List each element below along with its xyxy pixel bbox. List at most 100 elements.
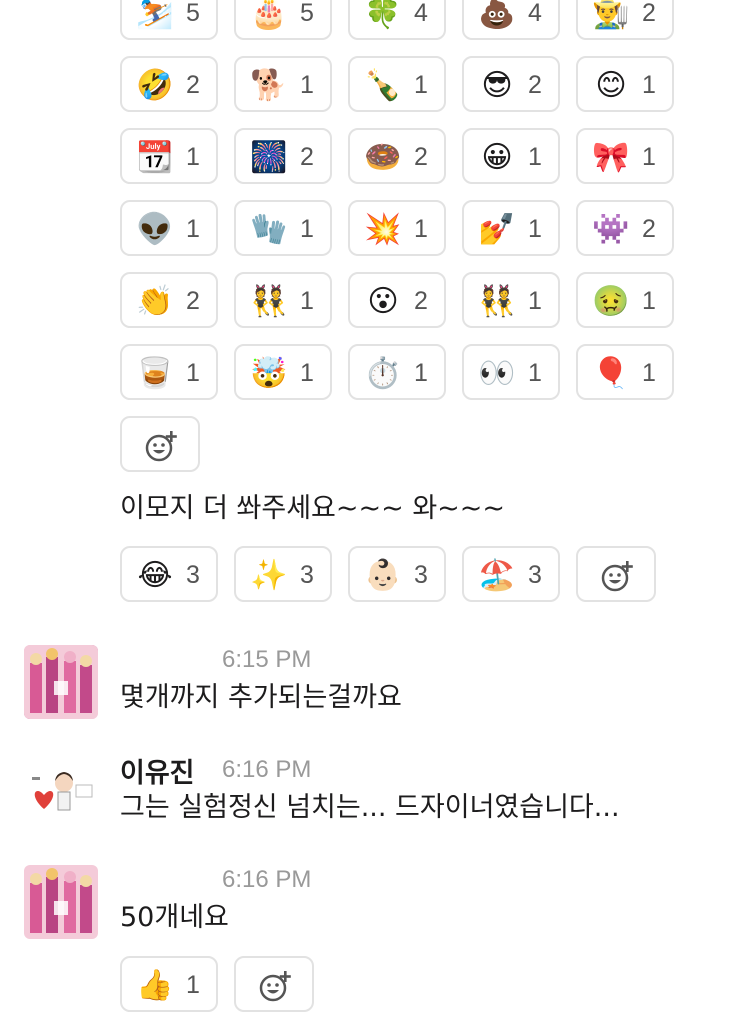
- nail-polish-icon: 💅: [478, 212, 516, 247]
- reaction-pill[interactable]: 👶🏻 3: [348, 546, 446, 602]
- beach-icon: 🏖️: [478, 558, 516, 593]
- reaction-pill[interactable]: 🧤 1: [234, 200, 332, 256]
- author-name[interactable]: 이유진: [120, 751, 195, 790]
- reaction-count: 5: [186, 0, 200, 27]
- reaction-count: 1: [186, 143, 200, 171]
- tumbler-glass-icon: 🥃: [136, 356, 174, 391]
- reaction-count: 4: [414, 0, 428, 27]
- reaction-pill[interactable]: 💩 4: [462, 0, 560, 40]
- blush-icon: 😊: [595, 68, 627, 103]
- reaction-pill[interactable]: 👽 1: [120, 200, 218, 256]
- reaction-pill[interactable]: 🤯 1: [234, 344, 332, 400]
- reaction-pill[interactable]: 😂 3: [120, 546, 218, 602]
- reaction-pill[interactable]: 🎈 1: [576, 344, 674, 400]
- collision-icon: 💥: [364, 212, 402, 247]
- reaction-count: 1: [642, 71, 656, 99]
- reaction-count: 1: [300, 287, 314, 315]
- rofl-icon: 🤣: [136, 68, 174, 103]
- message-text: 몇개까지 추가되는걸까요: [120, 682, 402, 713]
- reaction-count: 1: [642, 143, 656, 171]
- reaction-count: 5: [300, 0, 314, 27]
- poop-icon: 💩: [478, 0, 516, 31]
- reaction-pill[interactable]: 🎀 1: [576, 128, 674, 184]
- fireworks-icon: 🎆: [250, 140, 288, 175]
- reaction-pill[interactable]: 👍 1: [120, 956, 218, 1012]
- reaction-count: 1: [300, 71, 314, 99]
- add-reaction-button[interactable]: [120, 416, 200, 472]
- reaction-count: 2: [414, 143, 428, 171]
- reaction-count: 2: [186, 71, 200, 99]
- message-text: 그는 실험정신 넘치는... 드자이너였습니다...: [120, 792, 620, 823]
- reaction-pill[interactable]: ✨ 3: [234, 546, 332, 602]
- reaction-pill[interactable]: ⏱️ 1: [348, 344, 446, 400]
- reaction-count: 2: [642, 215, 656, 243]
- reaction-pill[interactable]: 😀 1: [462, 128, 560, 184]
- dancers-icon: 👯: [250, 284, 288, 319]
- add-reaction-icon: [145, 431, 177, 462]
- open-mouth-icon: 😮: [367, 284, 399, 319]
- reaction-count: 2: [528, 71, 542, 99]
- reaction-pill[interactable]: 😎 2: [462, 56, 560, 112]
- cake-icon: 🎂: [250, 0, 288, 31]
- reaction-count: 1: [186, 971, 200, 999]
- reaction-pill[interactable]: 👨‍🌾 2: [576, 0, 674, 40]
- ribbon-icon: 🎀: [592, 140, 630, 175]
- reaction-count: 1: [186, 215, 200, 243]
- reaction-count: 1: [528, 215, 542, 243]
- reaction-pill[interactable]: 💥 1: [348, 200, 446, 256]
- reaction-pill[interactable]: 🎆 2: [234, 128, 332, 184]
- eyes-icon: 👀: [478, 356, 516, 391]
- reaction-pill[interactable]: 🥃 1: [120, 344, 218, 400]
- avatar[interactable]: [24, 645, 98, 719]
- reaction-pill[interactable]: 🐕 1: [234, 56, 332, 112]
- champagne-icon: 🍾: [364, 68, 402, 103]
- reaction-pill[interactable]: 🏖️ 3: [462, 546, 560, 602]
- avatar[interactable]: [24, 865, 98, 939]
- timestamp[interactable]: 6:16 PM: [222, 866, 311, 894]
- reaction-pill[interactable]: 👏 2: [120, 272, 218, 328]
- reaction-count: 3: [528, 561, 542, 589]
- joy-icon: 😂: [137, 558, 173, 593]
- reaction-count: 2: [414, 287, 428, 315]
- reaction-pill[interactable]: 😊 1: [576, 56, 674, 112]
- reaction-count: 4: [528, 0, 542, 27]
- avatar[interactable]: [24, 755, 98, 829]
- reaction-pill[interactable]: 👀 1: [462, 344, 560, 400]
- calendar-icon: 📆: [136, 140, 174, 175]
- reaction-pill[interactable]: 👾 2: [576, 200, 674, 256]
- reaction-count: 2: [300, 143, 314, 171]
- reaction-count: 2: [642, 0, 656, 27]
- four-leaf-clover-icon: 🍀: [364, 0, 402, 31]
- reaction-pill[interactable]: 📆 1: [120, 128, 218, 184]
- doge-icon: 🐕: [250, 68, 288, 103]
- message-text: 50개네요: [120, 902, 229, 933]
- reaction-pill[interactable]: 🍾 1: [348, 56, 446, 112]
- sunglasses-face-icon: 😎: [481, 68, 513, 103]
- reaction-pill[interactable]: 🎂 5: [234, 0, 332, 40]
- space-invader-icon: 👾: [592, 212, 630, 247]
- reaction-pill[interactable]: 👯 1: [234, 272, 332, 328]
- timestamp[interactable]: 6:15 PM: [222, 646, 311, 674]
- reaction-pill[interactable]: 👯 1: [462, 272, 560, 328]
- reaction-pill[interactable]: 💅 1: [462, 200, 560, 256]
- add-reaction-button[interactable]: [576, 546, 656, 602]
- reaction-count: 2: [186, 287, 200, 315]
- add-reaction-icon: [601, 561, 633, 592]
- grinning-icon: 😀: [481, 140, 513, 175]
- reaction-pill[interactable]: ⛷️ 5: [120, 0, 218, 40]
- message-text: 이모지 더 쏴주세요~~~ 와~~~: [120, 493, 506, 524]
- reaction-pill[interactable]: 🍀 4: [348, 0, 446, 40]
- reaction-pill[interactable]: 🤣 2: [120, 56, 218, 112]
- skier-icon: ⛷️: [136, 0, 174, 31]
- add-reaction-button[interactable]: [234, 956, 314, 1012]
- reaction-pill[interactable]: 🍩 2: [348, 128, 446, 184]
- reaction-count: 3: [186, 561, 200, 589]
- reaction-count: 1: [414, 359, 428, 387]
- baby-icon: 👶🏻: [364, 558, 402, 593]
- exploding-head-icon: 🤯: [250, 356, 288, 391]
- reaction-pill[interactable]: 🤢 1: [576, 272, 674, 328]
- reaction-count: 1: [300, 359, 314, 387]
- timestamp[interactable]: 6:16 PM: [222, 756, 311, 784]
- doughnut-icon: 🍩: [364, 140, 402, 175]
- reaction-pill[interactable]: 😮 2: [348, 272, 446, 328]
